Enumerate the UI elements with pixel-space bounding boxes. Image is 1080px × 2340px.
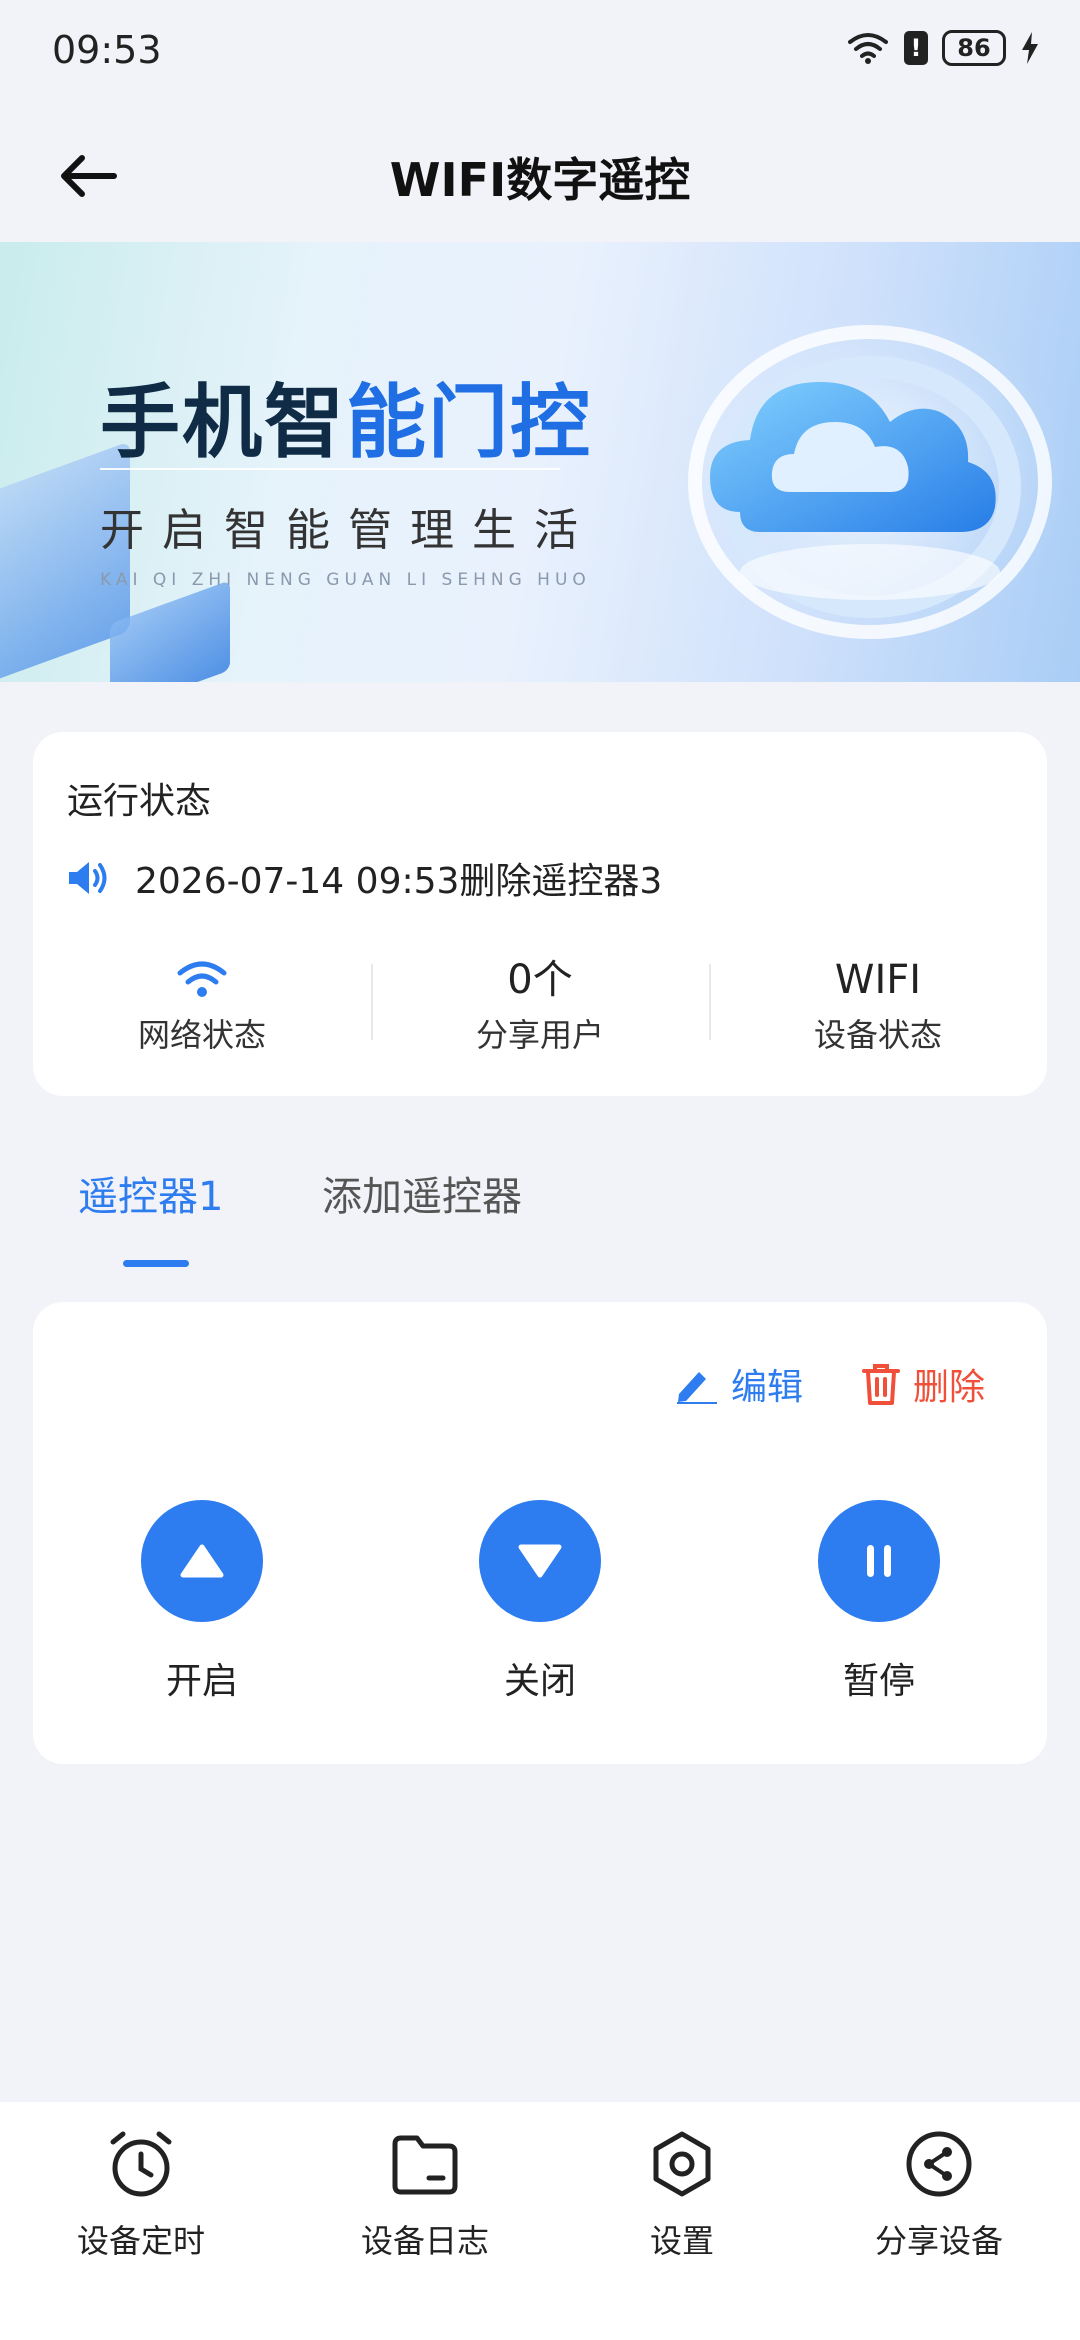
alarm-clock-icon	[110, 2131, 172, 2197]
wifi-icon	[177, 961, 227, 997]
charging-icon	[1022, 32, 1038, 64]
open-label: 开启	[165, 1661, 238, 1702]
stat-network-value	[33, 952, 371, 1008]
status-card-title: 运行状态	[67, 781, 212, 822]
battery-level: 86	[957, 34, 991, 62]
stat-shared-users-label: 分享用户	[475, 1016, 604, 1054]
close-label: 关闭	[503, 1661, 576, 1702]
nav-share-device-label: 分享设备	[874, 2222, 1003, 2260]
nav-settings[interactable]: 设置	[572, 2128, 792, 2262]
stat-network-label: 网络状态	[137, 1016, 266, 1054]
control-pause: 暂停	[779, 1500, 979, 1704]
app-header: WIFI数字遥控	[0, 110, 1080, 242]
tab-remote-1[interactable]: 遥控器1	[78, 1164, 223, 1222]
battery-icon: 86	[942, 30, 1006, 66]
pencil-icon	[677, 1372, 717, 1404]
edit-label: 编辑	[731, 1367, 804, 1408]
page-title: WIFI数字遥控	[389, 153, 691, 207]
nav-device-timer-label: 设备定时	[76, 2222, 205, 2260]
stat-shared-users: 0个 分享用户	[371, 952, 709, 1062]
notice-row: 2026-07-14 09:53删除遥控器3	[67, 852, 662, 904]
control-open: 开启	[102, 1500, 302, 1704]
close-button[interactable]	[479, 1500, 601, 1622]
device-status-card: 运行状态 2026-07-14 09:53删除遥控器3 网络状态 0个 分享用户…	[33, 732, 1047, 1096]
cloud-icon	[670, 302, 1070, 642]
stat-device-status-label: 设备状态	[813, 1016, 942, 1054]
cloud-illustration	[640, 282, 1070, 662]
pause-icon	[867, 1545, 891, 1577]
banner-title: 手机智能门控	[100, 358, 592, 474]
banner-subtitle: 开启智能管理生活	[100, 505, 596, 556]
status-time: 09:53	[52, 28, 162, 72]
nav-device-log-label: 设备日志	[360, 2222, 489, 2260]
nav-device-log[interactable]: 设备日志	[315, 2128, 535, 2262]
wifi-signal-icon	[848, 33, 888, 64]
stat-shared-users-value: 0个	[507, 957, 573, 1003]
bottom-navigation: 设备定时 设备日志 设置 分享设备	[0, 2102, 1080, 2340]
hexagon-settings-icon	[653, 2131, 711, 2197]
stat-device-status-value: WIFI	[834, 957, 922, 1003]
tab-active-indicator	[123, 1260, 189, 1267]
delete-button[interactable]: 删除	[861, 1358, 985, 1410]
share-icon	[906, 2131, 972, 2197]
nav-share-device[interactable]: 分享设备	[829, 2128, 1049, 2262]
stat-network: 网络状态	[33, 952, 371, 1062]
folder-icon	[392, 2135, 458, 2195]
promo-banner: 手机智能门控 开启智能管理生活 KAI QI ZHI NENG GUAN LI …	[0, 242, 1080, 682]
banner-title-highlight: 能门控	[346, 376, 592, 469]
edit-button[interactable]: 编辑	[673, 1358, 803, 1410]
alert-icon: !	[904, 31, 928, 65]
nav-settings-label: 设置	[649, 2222, 714, 2260]
status-bar: 09:53 ! 86	[0, 0, 1080, 110]
banner-pinyin: KAI QI ZHI NENG GUAN LI SEHNG HUO	[100, 570, 591, 590]
pause-button[interactable]	[818, 1500, 940, 1622]
triangle-down-icon	[518, 1544, 562, 1578]
triangle-up-icon	[180, 1544, 224, 1578]
trash-icon	[862, 1364, 900, 1405]
nav-device-timer[interactable]: 设备定时	[31, 2128, 251, 2262]
banner-title-dark: 手机智	[100, 376, 346, 469]
remote-control-card: 编辑 删除 开启 关闭 暂停	[33, 1302, 1047, 1764]
stats-row: 网络状态 0个 分享用户 WIFI 设备状态	[33, 952, 1047, 1062]
pause-label: 暂停	[842, 1661, 915, 1702]
banner-divider	[100, 468, 560, 470]
speaker-icon	[69, 862, 107, 894]
system-icons: ! 86	[846, 30, 1040, 66]
control-close: 关闭	[440, 1500, 640, 1704]
open-button[interactable]	[141, 1500, 263, 1622]
tab-add-remote[interactable]: 添加遥控器	[322, 1164, 522, 1222]
stat-device-status: WIFI 设备状态	[709, 952, 1047, 1062]
delete-label: 删除	[913, 1367, 986, 1408]
notice-text: 2026-07-14 09:53删除遥控器3	[135, 861, 663, 902]
